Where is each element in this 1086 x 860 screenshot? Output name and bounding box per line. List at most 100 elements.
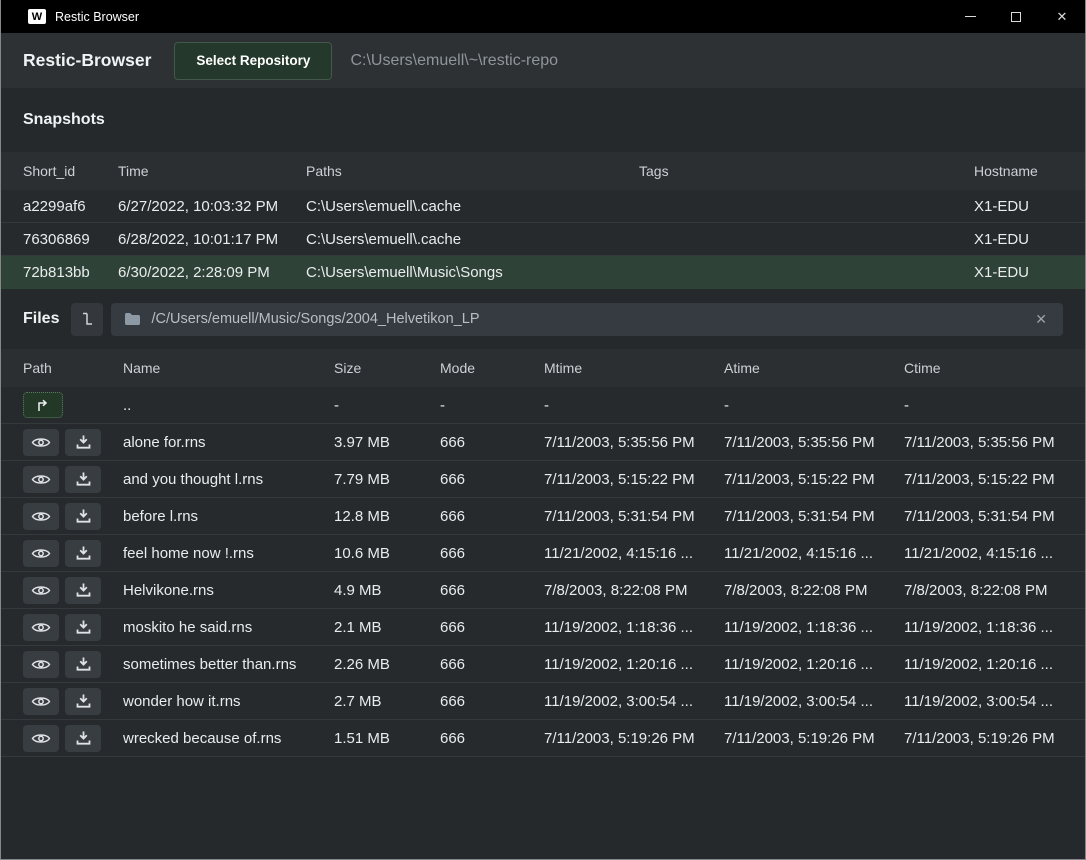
column-header-mtime[interactable]: Mtime xyxy=(544,360,724,376)
file-ctime: 11/19/2002, 3:00:54 ... xyxy=(904,693,1063,710)
preview-button[interactable] xyxy=(23,688,59,715)
snapshot-paths: C:\Users\emuell\Music\Songs xyxy=(306,264,639,281)
column-header-hostname[interactable]: Hostname xyxy=(974,163,1063,179)
file-mode: 666 xyxy=(440,471,544,488)
column-header-atime[interactable]: Atime xyxy=(724,360,904,376)
preview-button[interactable] xyxy=(23,614,59,641)
download-icon xyxy=(76,546,91,560)
download-icon xyxy=(76,620,91,634)
folder-icon xyxy=(124,312,141,326)
preview-button[interactable] xyxy=(23,429,59,456)
file-mode: - xyxy=(440,397,544,414)
file-ctime: 11/21/2002, 4:15:16 ... xyxy=(904,545,1063,562)
file-row[interactable]: Helvikone.rns 4.9 MB 666 7/8/2003, 8:22:… xyxy=(1,572,1085,609)
wails-logo-icon: W xyxy=(28,9,46,24)
maximize-button[interactable] xyxy=(993,0,1039,33)
column-header-short-id[interactable]: Short_id xyxy=(23,163,118,179)
column-header-time[interactable]: Time xyxy=(118,163,306,179)
download-button[interactable] xyxy=(65,688,101,715)
minimize-button[interactable] xyxy=(947,0,993,33)
file-mode: 666 xyxy=(440,508,544,525)
file-name: .. xyxy=(123,397,334,414)
file-mtime: 7/11/2003, 5:35:56 PM xyxy=(544,434,724,451)
snapshots-heading-band: Snapshots xyxy=(1,88,1085,152)
download-button[interactable] xyxy=(65,429,101,456)
file-row[interactable]: before l.rns 12.8 MB 666 7/11/2003, 5:31… xyxy=(1,498,1085,535)
column-header-tags[interactable]: Tags xyxy=(639,163,974,179)
breadcrumb-path: /C/Users/emuell/Music/Songs/2004_Helveti… xyxy=(151,311,479,327)
download-button[interactable] xyxy=(65,577,101,604)
close-button[interactable]: ✕ xyxy=(1039,0,1085,33)
file-row[interactable]: feel home now !.rns 10.6 MB 666 11/21/20… xyxy=(1,535,1085,572)
download-button[interactable] xyxy=(65,466,101,493)
download-button[interactable] xyxy=(65,614,101,641)
file-mtime: 7/11/2003, 5:31:54 PM xyxy=(544,508,724,525)
snapshot-hostname: X1-EDU xyxy=(974,198,1063,215)
preview-button[interactable] xyxy=(23,725,59,752)
snapshot-short-id: 76306869 xyxy=(23,231,118,248)
download-icon xyxy=(76,583,91,597)
file-atime: 11/19/2002, 1:20:16 ... xyxy=(724,656,904,673)
snapshot-paths: C:\Users\emuell\.cache xyxy=(306,231,639,248)
download-button[interactable] xyxy=(65,651,101,678)
breadcrumb[interactable]: /C/Users/emuell/Music/Songs/2004_Helveti… xyxy=(111,303,1063,336)
file-mtime: 7/11/2003, 5:15:22 PM xyxy=(544,471,724,488)
download-button[interactable] xyxy=(65,540,101,567)
column-header-path[interactable]: Path xyxy=(23,360,123,376)
preview-button[interactable] xyxy=(23,540,59,567)
window-controls: ✕ xyxy=(947,0,1085,33)
tree-toggle-button[interactable] xyxy=(71,303,103,336)
snapshot-row[interactable]: a2299af6 6/27/2022, 10:03:32 PM C:\Users… xyxy=(1,190,1085,223)
file-name: sometimes better than.rns xyxy=(123,656,334,673)
snapshot-row[interactable]: 76306869 6/28/2022, 10:01:17 PM C:\Users… xyxy=(1,223,1085,256)
preview-button[interactable] xyxy=(23,577,59,604)
download-icon xyxy=(76,657,91,671)
up-arrow-icon xyxy=(35,399,51,412)
file-mtime: 11/21/2002, 4:15:16 ... xyxy=(544,545,724,562)
file-row[interactable]: alone for.rns 3.97 MB 666 7/11/2003, 5:3… xyxy=(1,424,1085,461)
close-icon: ✕ xyxy=(1057,10,1068,23)
file-size: 4.9 MB xyxy=(334,582,440,599)
file-size: 10.6 MB xyxy=(334,545,440,562)
file-row[interactable]: and you thought l.rns 7.79 MB 666 7/11/2… xyxy=(1,461,1085,498)
download-button[interactable] xyxy=(65,503,101,530)
file-mtime: 7/8/2003, 8:22:08 PM xyxy=(544,582,724,599)
file-mtime: 11/19/2002, 1:20:16 ... xyxy=(544,656,724,673)
go-up-button[interactable] xyxy=(23,392,63,418)
file-name: alone for.rns xyxy=(123,434,334,451)
column-header-ctime[interactable]: Ctime xyxy=(904,360,1063,376)
snapshot-hostname: X1-EDU xyxy=(974,264,1063,281)
parent-directory-row[interactable]: .. - - - - - xyxy=(1,387,1085,424)
select-repository-button[interactable]: Select Repository xyxy=(174,42,332,80)
preview-button[interactable] xyxy=(23,466,59,493)
eye-icon xyxy=(31,436,51,449)
file-ctime: 11/19/2002, 1:18:36 ... xyxy=(904,619,1063,636)
preview-button[interactable] xyxy=(23,503,59,530)
snapshot-row[interactable]: 72b813bb 6/30/2022, 2:28:09 PM C:\Users\… xyxy=(1,256,1085,289)
file-size: 2.1 MB xyxy=(334,619,440,636)
file-mtime: 11/19/2002, 3:00:54 ... xyxy=(544,693,724,710)
preview-button[interactable] xyxy=(23,651,59,678)
column-header-mode[interactable]: Mode xyxy=(440,360,544,376)
file-row[interactable]: wrecked because of.rns 1.51 MB 666 7/11/… xyxy=(1,720,1085,757)
breadcrumb-clear-icon[interactable]: ✕ xyxy=(1032,311,1050,328)
column-header-size[interactable]: Size xyxy=(334,360,440,376)
column-header-paths[interactable]: Paths xyxy=(306,163,639,179)
file-row[interactable]: sometimes better than.rns 2.26 MB 666 11… xyxy=(1,646,1085,683)
files-heading: Files xyxy=(23,310,59,328)
file-mode: 666 xyxy=(440,619,544,636)
file-name: Helvikone.rns xyxy=(123,582,334,599)
file-ctime: 7/11/2003, 5:31:54 PM xyxy=(904,508,1063,525)
download-icon xyxy=(76,509,91,523)
download-button[interactable] xyxy=(65,725,101,752)
file-atime: 7/11/2003, 5:31:54 PM xyxy=(724,508,904,525)
file-size: - xyxy=(334,397,440,414)
snapshots-table-body: a2299af6 6/27/2022, 10:03:32 PM C:\Users… xyxy=(1,190,1085,289)
app-title: Restic-Browser xyxy=(23,50,151,71)
file-mode: 666 xyxy=(440,693,544,710)
file-row[interactable]: wonder how it.rns 2.7 MB 666 11/19/2002,… xyxy=(1,683,1085,720)
titlebar[interactable]: W Restic Browser ✕ xyxy=(1,0,1085,33)
file-row[interactable]: moskito he said.rns 2.1 MB 666 11/19/200… xyxy=(1,609,1085,646)
column-header-name[interactable]: Name xyxy=(123,360,334,376)
snapshot-short-id: 72b813bb xyxy=(23,264,118,281)
